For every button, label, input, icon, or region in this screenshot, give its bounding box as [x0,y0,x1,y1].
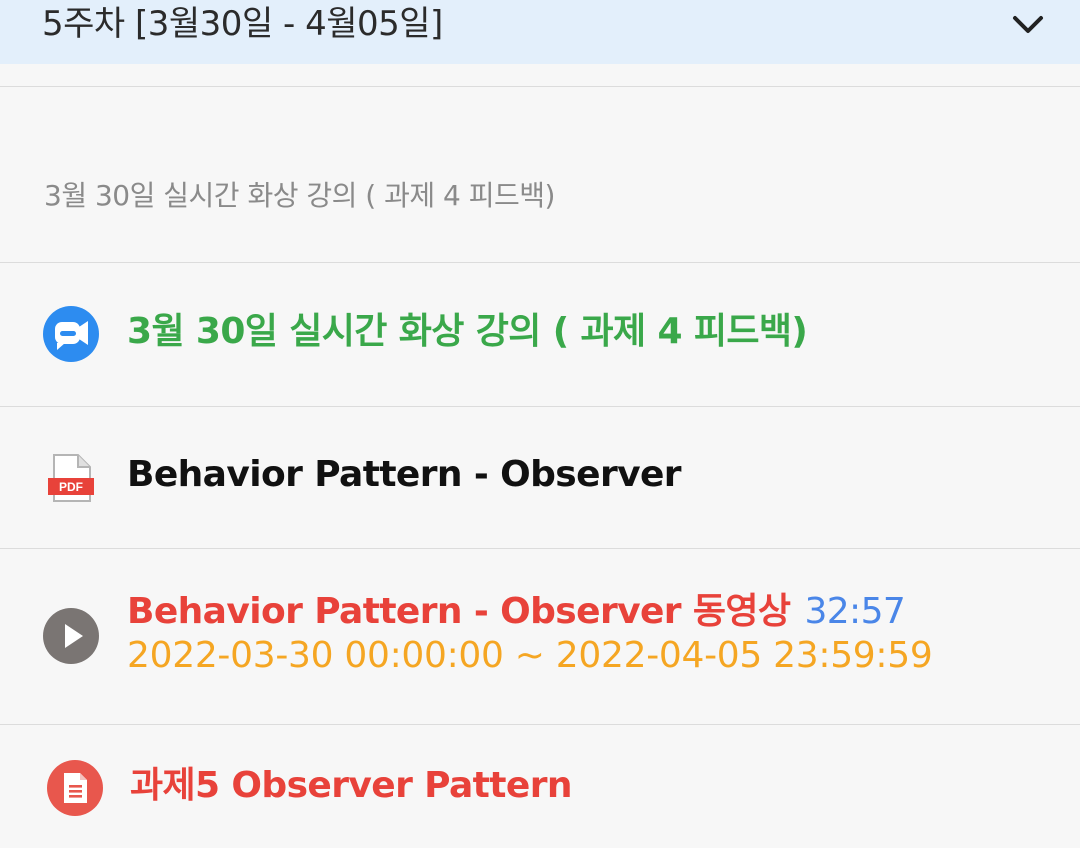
video-date-range: 2022-03-30 00:00:00 ~ 2022-04-05 23:59:5… [127,635,933,676]
video-duration: 32:57 [804,591,906,632]
pdf-icon-label: PDF [59,480,83,494]
section-label: 3월 30일 실시간 화상 강의 ( 과제 4 피드백) [44,179,555,212]
video-title: Behavior Pattern - Observer 동영상 [127,591,791,632]
list-item-video-conference[interactable]: 3월 30일 실시간 화상 강의 ( 과제 4 피드백) [0,263,1080,406]
list-item-video[interactable]: Behavior Pattern - Observer 동영상 32:57 202… [0,549,1080,724]
item-title[interactable]: 3월 30일 실시간 화상 강의 ( 과제 4 피드백) [127,309,808,355]
assignment-icon [47,760,103,816]
list-item-pdf[interactable]: PDF Behavior Pattern - Observer [0,407,1080,548]
week-title: 5주차 [3월30일 - 4월05일] [42,4,443,44]
week-header[interactable]: 5주차 [3월30일 - 4월05일] [0,0,1080,64]
list-item-assignment[interactable]: 과제5 Observer Pattern [0,725,1080,848]
divider [0,86,1080,87]
item-title[interactable]: Behavior Pattern - Observer 동영상 32:57 [127,589,906,635]
pdf-file-icon: PDF [48,454,94,502]
item-title[interactable]: Behavior Pattern - Observer [127,452,682,498]
play-icon[interactable] [43,608,99,664]
item-title[interactable]: 과제5 Observer Pattern [130,763,572,809]
video-conference-icon [43,306,99,362]
chevron-down-icon[interactable] [1008,6,1048,42]
